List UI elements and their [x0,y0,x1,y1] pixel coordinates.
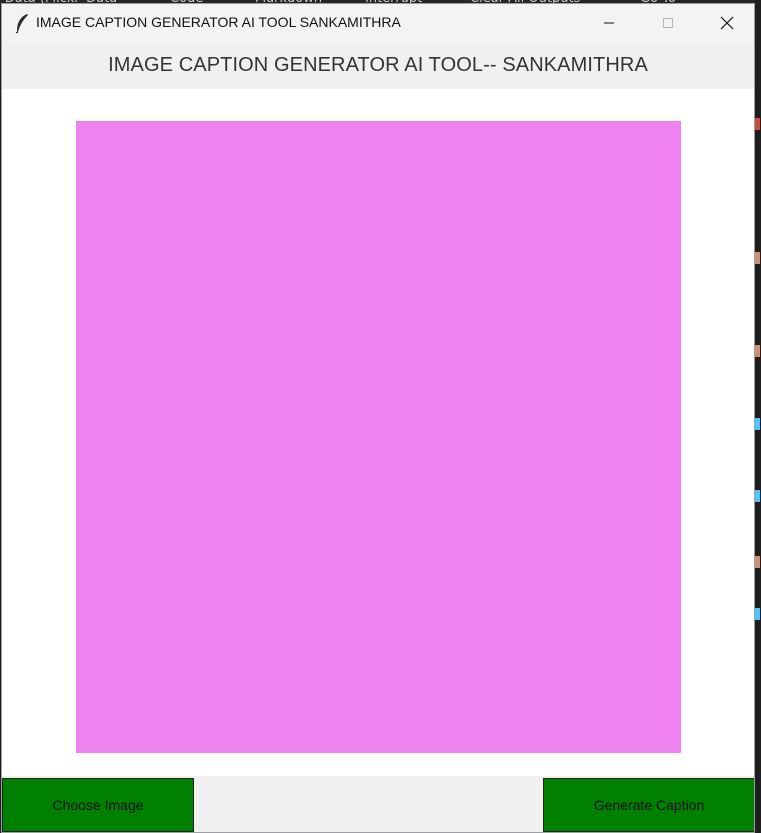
window-title: IMAGE CAPTION GENERATOR AI TOOL SANKAMIT… [36,14,401,30]
feather-icon [15,14,28,33]
app-window: IMAGE CAPTION GENERATOR AI TOOL SANKAMIT… [1,3,755,833]
maximize-button[interactable] [645,4,691,42]
close-button[interactable] [704,4,750,42]
generate-caption-button[interactable]: Generate Caption [543,778,754,832]
close-icon [720,16,734,30]
header-band: IMAGE CAPTION GENERATOR AI TOOL-- SANKAM… [2,42,754,89]
minimize-button[interactable] [586,4,632,42]
caption-output [194,778,543,832]
background-editor-gutter [755,0,761,833]
image-area [2,89,754,776]
minimize-icon [604,22,614,24]
maximize-icon [663,18,673,28]
page-title: IMAGE CAPTION GENERATOR AI TOOL-- SANKAM… [108,54,648,76]
action-bar: Choose Image Generate Caption [2,776,754,832]
image-preview [76,121,681,753]
choose-image-button[interactable]: Choose Image [2,778,194,832]
title-bar[interactable]: IMAGE CAPTION GENERATOR AI TOOL SANKAMIT… [2,4,754,42]
